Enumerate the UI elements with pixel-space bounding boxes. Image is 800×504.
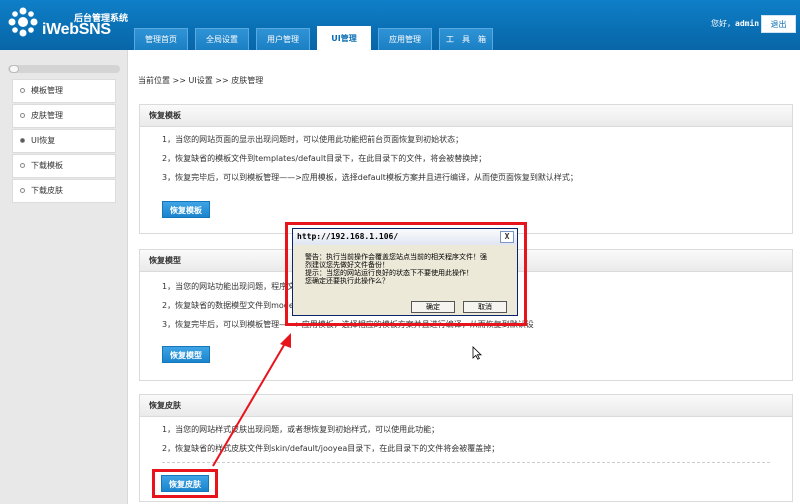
sidebar-collapse-handle[interactable]: [9, 65, 19, 73]
panel-text-line: 2，恢复缺省的样式皮肤文件到skin/default/jooyea目录下，在此目…: [162, 444, 500, 453]
sidebar-item-download-template[interactable]: 下载模板: [12, 154, 116, 178]
dialog-message-line: 烈建议您先做好文件备份！: [305, 261, 389, 269]
welcome-text: 您好，admin: [711, 18, 759, 29]
panel-text-line: 3，恢复完毕后，可以到模板管理——>应用模板，选择default模板方案并且进行…: [162, 173, 578, 182]
panel-text-line: 1，当您的网站页面的显示出现问题时，可以使用此功能把前台页面恢复到初始状态；: [162, 135, 464, 144]
close-icon[interactable]: X: [500, 231, 514, 243]
confirm-dialog: http://192.168.1.106/ X 警告：执行当前操作会覆盖您站点当…: [292, 228, 518, 316]
tab-admin-home[interactable]: 管理首页: [134, 28, 188, 50]
tab-global-settings[interactable]: 全局设置: [195, 28, 249, 50]
dialog-message-line: 警告：执行当前操作会覆盖您站点当前的相关程序文件！强: [305, 253, 487, 261]
sidebar-item-label: 下载模板: [31, 161, 63, 170]
sidebar-item-ui-restore[interactable]: UI恢复: [12, 129, 116, 153]
cancel-button[interactable]: 取消: [463, 301, 507, 313]
sidebar-item-label: 皮肤管理: [31, 111, 63, 120]
dialog-message-line: 您确定还要执行此操作么？: [305, 277, 389, 285]
sidebar-collapse-track[interactable]: [8, 65, 120, 73]
sidebar-item-label: 模板管理: [31, 86, 63, 95]
dialog-title: http://192.168.1.106/ X: [293, 229, 517, 245]
sidebar-item-label: UI恢复: [31, 136, 56, 145]
logo-mark-icon: [8, 7, 38, 37]
divider: [162, 462, 770, 463]
username: admin: [735, 19, 760, 28]
main-nav: 管理首页 全局设置 用户管理 UI管理 应用管理 工 具 箱: [134, 26, 500, 50]
panel-restore-template: 恢复模板 1，当您的网站页面的显示出现问题时，可以使用此功能把前台页面恢复到初始…: [139, 104, 793, 234]
dialog-message: 警告：执行当前操作会覆盖您站点当前的相关程序文件！强 烈建议您先做好文件备份！ …: [305, 253, 510, 285]
panel-restore-skin: 恢复皮肤 1，当您的网站样式皮肤出现问题，或者想恢复到初始样式，可以使用此功能；…: [139, 394, 793, 502]
panel-text-line: 1，当您的网站样式皮肤出现问题，或者想恢复到初始样式，可以使用此功能；: [162, 425, 440, 434]
tab-app-management[interactable]: 应用管理: [378, 28, 432, 50]
panel-text-line: 2，恢复缺省的模板文件到templates/default目录下，在此目录下的文…: [162, 154, 487, 163]
sidebar-item-label: 下载皮肤: [31, 186, 63, 195]
tab-user-management[interactable]: 用户管理: [256, 28, 310, 50]
panel-title: 恢复皮肤: [140, 395, 792, 417]
sidebar-item-download-skin[interactable]: 下载皮肤: [12, 179, 116, 203]
logo-title: iWebSNS: [42, 21, 111, 38]
bullet-icon: [20, 88, 25, 93]
breadcrumb: 当前位置 >> UI设置 >> 皮肤管理: [138, 76, 264, 85]
bullet-icon: [20, 188, 25, 193]
sidebar: 模板管理 皮肤管理 UI恢复 下载模板 下载皮肤: [0, 50, 128, 504]
tab-ui-management[interactable]: UI管理: [317, 26, 371, 50]
dialog-title-text: http://192.168.1.106/: [297, 232, 399, 241]
sidebar-menu: 模板管理 皮肤管理 UI恢复 下载模板 下载皮肤: [12, 79, 116, 204]
sidebar-item-template-management[interactable]: 模板管理: [12, 79, 116, 103]
welcome-prefix: 您好，: [711, 19, 735, 28]
restore-template-button[interactable]: 恢复模板: [162, 201, 210, 218]
bullet-icon: [20, 163, 25, 168]
logout-button[interactable]: 退出: [761, 15, 796, 33]
top-header: 后台管理系统 iWebSNS 管理首页 全局设置 用户管理 UI管理 应用管理 …: [0, 0, 800, 50]
bullet-icon: [20, 138, 25, 143]
tab-toolbox[interactable]: 工 具 箱: [439, 28, 493, 50]
ok-button[interactable]: 确定: [411, 301, 455, 313]
logo: 后台管理系统 iWebSNS: [8, 7, 128, 43]
restore-model-button[interactable]: 恢复模型: [162, 346, 210, 363]
panel-title: 恢复模板: [140, 105, 792, 127]
annotation-highlight-box: [152, 469, 218, 498]
mouse-cursor-icon: [472, 346, 482, 360]
sidebar-item-skin-management[interactable]: 皮肤管理: [12, 104, 116, 128]
bullet-icon: [20, 113, 25, 118]
dialog-message-line: 提示：当您的网站运行良好的状态下不要使用此操作！: [305, 269, 473, 277]
